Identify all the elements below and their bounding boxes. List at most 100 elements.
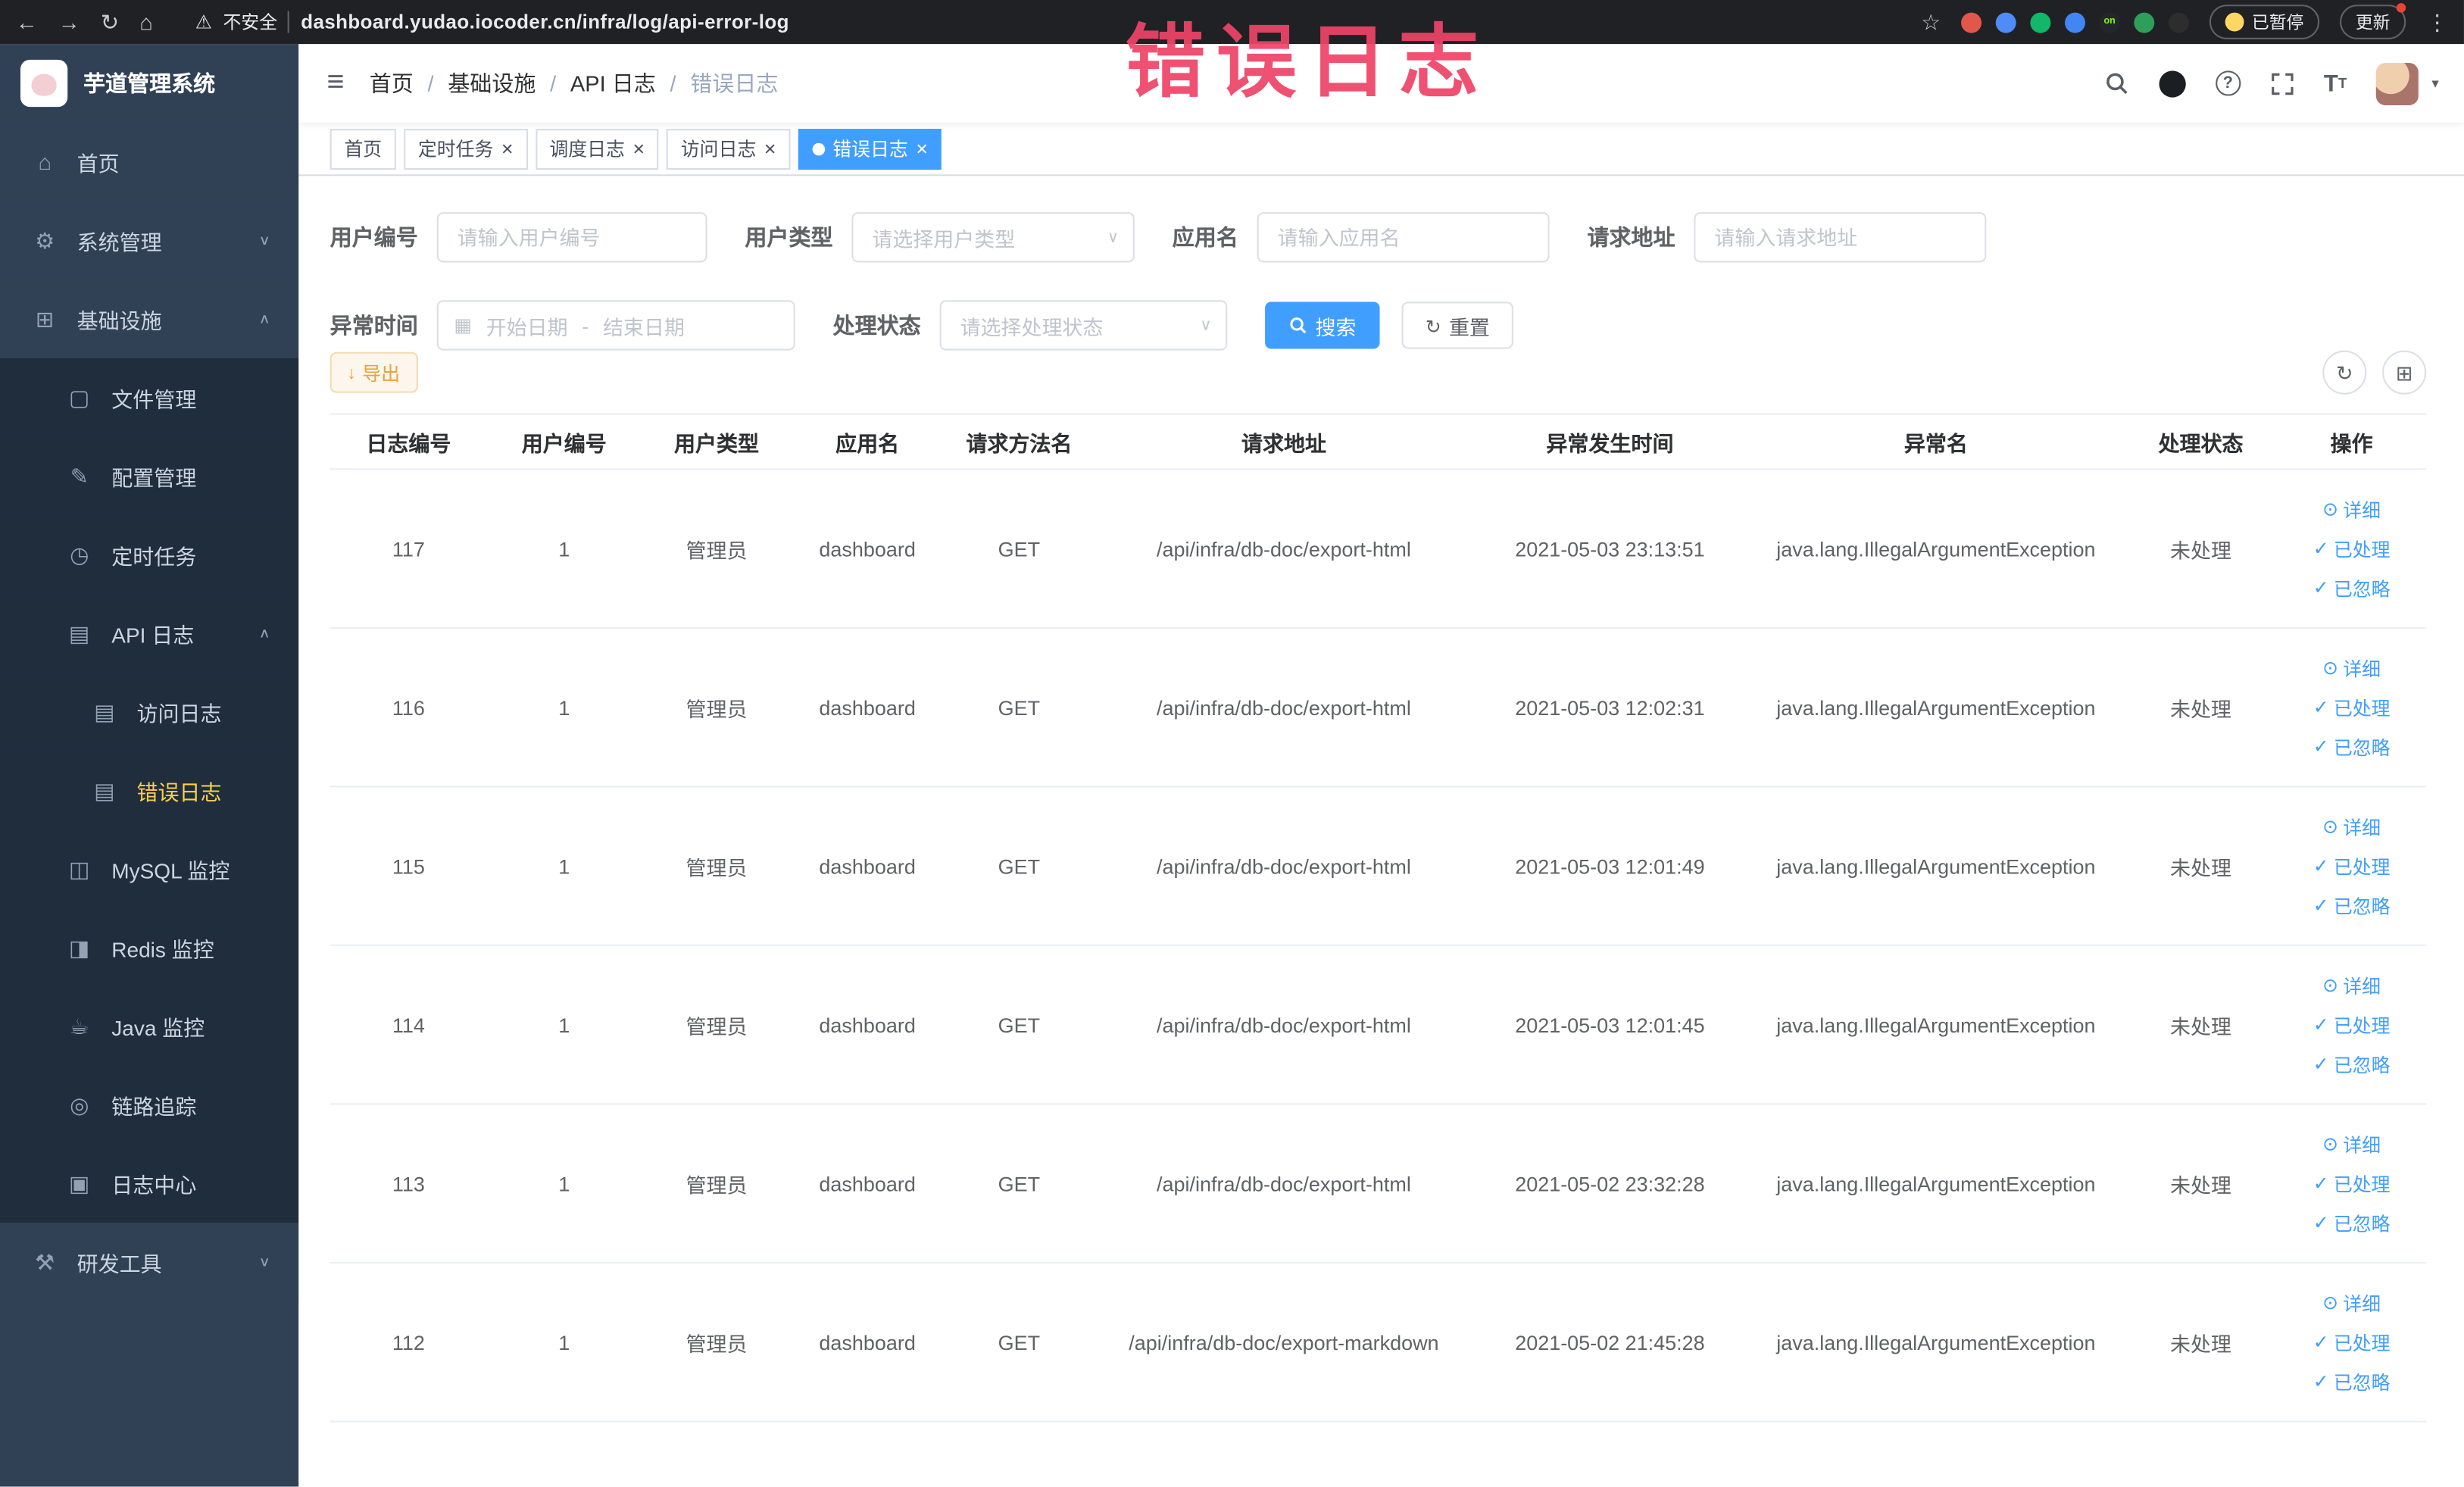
column-header: 应用名	[835, 432, 900, 456]
ignored-link[interactable]: 已忽略	[2313, 1368, 2391, 1395]
processed-link[interactable]: 已处理	[2313, 1329, 2391, 1355]
cell-exception-name: java.lang.IllegalArgumentException	[1776, 1330, 2096, 1354]
range-separator: -	[582, 313, 589, 338]
detail-link[interactable]: 详细	[2322, 972, 2381, 998]
tab[interactable]: 首页	[329, 128, 396, 170]
process-status-select[interactable]: 请选择处理状态	[939, 300, 1228, 351]
search-button[interactable]: 搜索	[1265, 301, 1380, 349]
tab[interactable]: 调度日志	[535, 128, 659, 170]
help-icon[interactable]	[2215, 70, 2241, 96]
processed-link[interactable]: 已处理	[2313, 535, 2391, 561]
app-logo[interactable]: 芋道管理系统	[0, 44, 298, 123]
breadcrumb-item[interactable]: API 日志	[570, 67, 690, 98]
breadcrumb-item[interactable]: 错误日志	[690, 67, 778, 98]
redis-icon: ◨	[69, 934, 90, 960]
extension-paw-icon[interactable]	[2168, 11, 2189, 33]
processed-link[interactable]: 已处理	[2313, 852, 2391, 879]
browser-back-icon[interactable]	[16, 11, 38, 33]
browser-reload-icon[interactable]	[101, 11, 119, 33]
extension-on-icon[interactable]: on	[2099, 11, 2120, 33]
tab[interactable]: 错误日志	[798, 128, 942, 170]
sidebar-item[interactable]: ◫ MySQL 监控	[0, 829, 299, 909]
sidebar-item[interactable]: ◨ Redis 监控	[0, 908, 299, 987]
cell-process-status: 未处理	[2169, 697, 2231, 721]
user-avatar[interactable]	[2376, 61, 2419, 105]
check-icon	[2313, 1015, 2329, 1034]
ignored-link[interactable]: 已忽略	[2313, 1209, 2391, 1236]
cell-method: GET	[998, 536, 1041, 561]
cell-user-type: 管理员	[685, 697, 748, 721]
sidebar-item[interactable]: ▤ 错误日志	[0, 751, 299, 830]
search-icon[interactable]	[2103, 70, 2128, 95]
tools-icon: ⚒	[35, 1248, 55, 1274]
tab[interactable]: 定时任务	[404, 128, 528, 170]
main-area: 首页基础设施API 日志错误日志 首页	[298, 44, 2464, 1487]
paused-badge[interactable]: 已暂停	[2209, 5, 2320, 39]
sidebar-item[interactable]: ▤ 访问日志	[0, 672, 299, 751]
extension-blue-icon[interactable]	[1995, 11, 2016, 33]
refresh-button[interactable]	[2322, 350, 2367, 395]
cell-request-url: /api/infra/db-doc/export-html	[1157, 854, 1411, 878]
sidebar-item[interactable]: ▣ 日志中心	[0, 1144, 299, 1223]
tab-close-icon[interactable]	[764, 139, 776, 159]
app-name-input[interactable]	[1257, 212, 1550, 263]
date-range-picker[interactable]: 开始日期 - 结束日期	[436, 300, 795, 351]
breadcrumb-item[interactable]: 基础设施	[448, 67, 570, 98]
detail-link[interactable]: 详细	[2322, 1131, 2381, 1157]
check-icon	[2313, 1054, 2329, 1073]
browser-home-icon[interactable]	[139, 11, 153, 33]
github-icon[interactable]	[2159, 70, 2186, 97]
request-url-input[interactable]	[1694, 212, 1987, 263]
sidebar-item[interactable]: ▤ API 日志	[0, 594, 299, 673]
reset-button[interactable]: 重置	[1401, 301, 1514, 349]
detail-link[interactable]: 详细	[2322, 496, 2381, 523]
address-bar[interactable]: 不安全 dashboard.yudao.iocoder.cn/infra/log…	[195, 9, 789, 34]
browser-menu-icon[interactable]	[2426, 11, 2448, 33]
tab[interactable]: 访问日志	[667, 128, 791, 170]
chevron-icon	[259, 311, 270, 326]
extension-red-icon[interactable]	[1961, 11, 1982, 33]
ignored-link[interactable]: 已忽略	[2313, 574, 2391, 601]
chevron-icon	[259, 233, 270, 248]
sidebar-item[interactable]: ⚙ 系统管理	[0, 201, 299, 280]
export-button[interactable]: 导出	[329, 351, 417, 393]
url-text[interactable]: dashboard.yudao.iocoder.cn/infra/log/api…	[301, 11, 789, 33]
sidebar-item[interactable]: ◷ 定时任务	[0, 515, 299, 595]
sidebar-item[interactable]: ⊞ 基础设施	[0, 280, 299, 359]
user-id-input[interactable]	[436, 212, 707, 263]
processed-link[interactable]: 已处理	[2313, 1170, 2391, 1197]
detail-link[interactable]: 详细	[2322, 654, 2381, 681]
processed-link[interactable]: 已处理	[2313, 1011, 2391, 1038]
update-button[interactable]: 更新	[2340, 3, 2406, 39]
sidebar-item[interactable]: ▢ 文件管理	[0, 358, 299, 437]
ignored-link[interactable]: 已忽略	[2313, 733, 2391, 760]
extension-green-circle-icon[interactable]	[2030, 11, 2051, 33]
processed-link[interactable]: 已处理	[2313, 694, 2391, 720]
ignored-link[interactable]: 已忽略	[2313, 892, 2391, 918]
sidebar-item[interactable]: ◎ 链路追踪	[0, 1065, 299, 1145]
sidebar-item[interactable]: ✎ 配置管理	[0, 436, 299, 516]
tab-close-icon[interactable]	[916, 139, 928, 159]
tab-close-icon[interactable]	[501, 139, 514, 159]
user-type-select[interactable]: 请选择用户类型	[851, 212, 1135, 263]
sidebar-item[interactable]: ⌂ 首页	[0, 122, 299, 201]
sidebar-item[interactable]: ☕ Java 监控	[0, 986, 299, 1066]
sidebar-item[interactable]: ⚒ 研发工具	[0, 1223, 299, 1301]
ignored-link[interactable]: 已忽略	[2313, 1051, 2391, 1077]
sidebar-item-label: 首页	[77, 152, 120, 177]
caret-down-icon[interactable]	[2431, 75, 2438, 92]
font-size-icon[interactable]	[2324, 70, 2347, 96]
extension-tree-icon[interactable]	[2134, 11, 2155, 33]
detail-link[interactable]: 详细	[2322, 814, 2381, 840]
detail-link[interactable]: 详细	[2322, 1289, 2381, 1316]
cell-app-name: dashboard	[819, 854, 916, 878]
extension-grid-icon[interactable]	[2065, 11, 2085, 33]
column-settings-button[interactable]	[2382, 350, 2427, 395]
tab-close-icon[interactable]	[632, 139, 645, 159]
hamburger-icon[interactable]	[327, 66, 345, 101]
fullscreen-icon[interactable]	[2270, 71, 2294, 95]
browser-forward-icon[interactable]	[58, 11, 80, 33]
doc-icon: ▤	[94, 776, 115, 803]
bookmark-star-icon[interactable]	[1921, 11, 1941, 33]
breadcrumb-item[interactable]: 首页	[370, 67, 448, 98]
